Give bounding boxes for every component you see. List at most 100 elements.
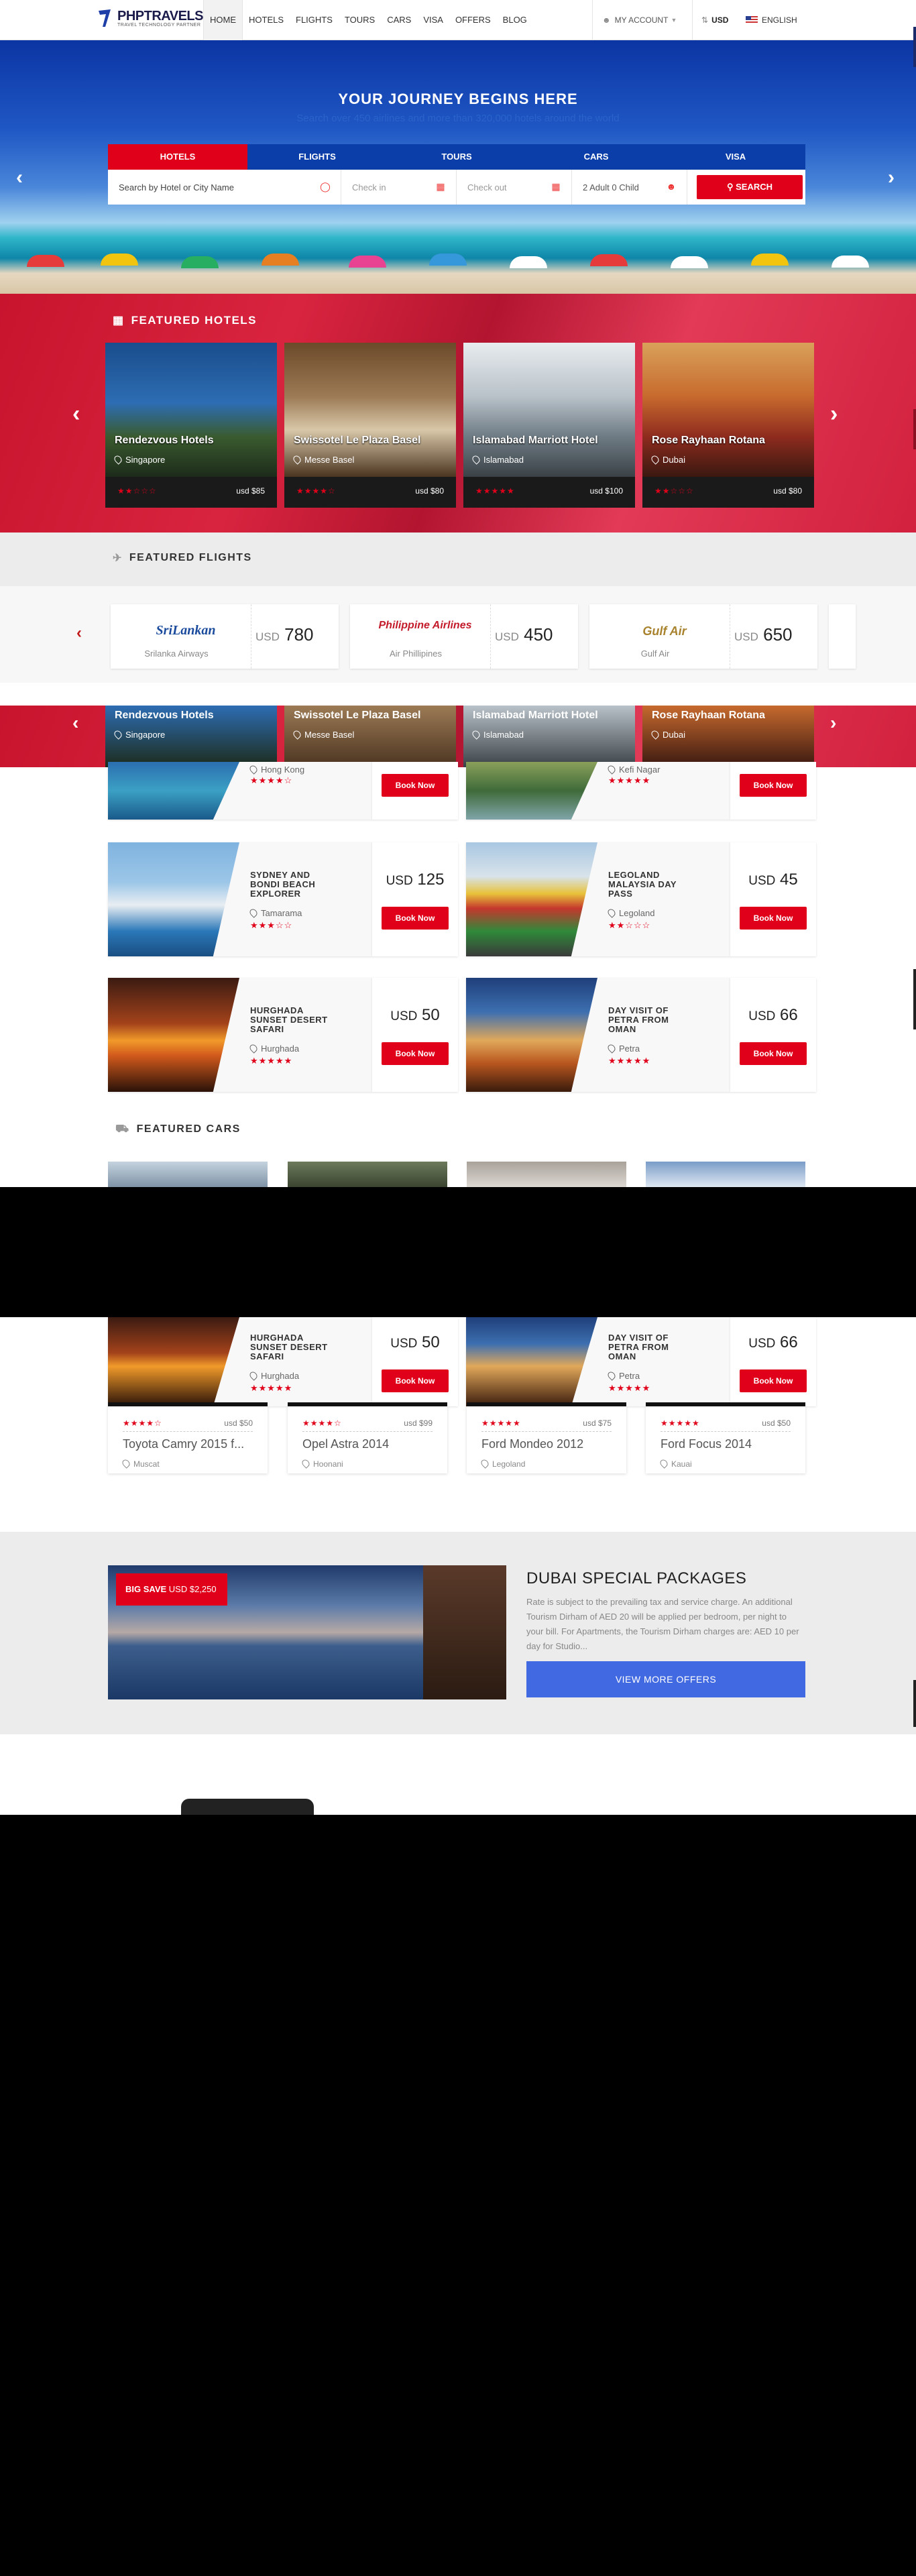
tour-price: USD 66: [748, 1006, 798, 1024]
tour-price-panel: Book Now: [372, 762, 458, 820]
hotel-card[interactable]: Rose Rayhaan Rotana Dubai ★★☆☆☆ usd $80: [642, 343, 814, 508]
location-pin-icon: [471, 454, 481, 465]
search-button[interactable]: ⚲ SEARCH: [697, 175, 803, 199]
flight-card[interactable]: Gulf Air Gulf Air USD 650: [589, 604, 817, 669]
flight-price: USD 650: [734, 624, 793, 645]
tab-visa[interactable]: VISA: [666, 144, 805, 170]
featured-hotels-heading: ▦ FEATURED HOTELS: [113, 314, 257, 327]
nav-home[interactable]: Home: [203, 0, 243, 40]
flight-card[interactable]: Philippine Airlines Air Phillipines USD …: [350, 604, 578, 669]
header-divider: [692, 0, 693, 40]
tour-location: Hurghada: [248, 1370, 299, 1381]
tour-card-overlay[interactable]: HURGHADA SUNSET DESERT SAFARI Hurghada ★…: [108, 1317, 458, 1406]
tour-price: USD 50: [390, 1333, 440, 1351]
tab-hotels[interactable]: HOTELS: [108, 144, 247, 170]
tab-tours[interactable]: TOURS: [387, 144, 526, 170]
book-now-button[interactable]: Book Now: [382, 1369, 449, 1392]
featured-cars-title: FEATURED CARS: [136, 1123, 241, 1135]
airline-name: Srilanka Airways: [144, 649, 209, 659]
tour-price: USD 125: [386, 871, 445, 889]
tour-card[interactable]: LEGOLAND MALAYSIA DAY PASS Legoland ★★☆☆…: [466, 842, 816, 956]
tour-card-overlay[interactable]: DAY VISIT OF PETRA FROM OMAN Petra ★★★★★…: [466, 1317, 816, 1406]
car-name: Ford Focus 2014: [661, 1437, 752, 1451]
tour-card[interactable]: HURGHADA SUNSET DESERT SAFARI Hurghada ★…: [108, 978, 458, 1092]
hotel-card[interactable]: Swissotel Le Plaza Basel Messe Basel ★★★…: [284, 343, 456, 508]
book-now-button[interactable]: Book Now: [740, 1369, 807, 1392]
tour-price-panel: USD 45 Book Now: [730, 842, 816, 956]
overlay-next-arrow-icon[interactable]: ›: [830, 712, 836, 734]
tour-card[interactable]: DAY VISIT OF PETRA FROM OMAN Petra ★★★★★…: [466, 978, 816, 1092]
hotels-prev-arrow-icon[interactable]: ‹: [72, 401, 80, 427]
flight-card[interactable]: SriLankan Srilanka Airways USD 780: [111, 604, 339, 669]
offer-image-cabana: [423, 1565, 506, 1699]
hotel-name: Rendezvous Hotels: [115, 435, 214, 446]
nav-visa[interactable]: Visa: [417, 0, 449, 40]
building-icon: ▦: [113, 314, 125, 327]
car-card[interactable]: ★★★★★ usd $50 Ford Focus 2014 Kauai: [646, 1406, 805, 1473]
overlay-prev-arrow-icon[interactable]: ‹: [72, 712, 78, 734]
book-now-button[interactable]: Book Now: [382, 1042, 449, 1065]
featured-flights-title: FEATURED FLIGHTS: [129, 552, 252, 563]
account-menu[interactable]: ☻ MY ACCOUNT ▼: [602, 0, 677, 40]
car-card[interactable]: ★★★★★ usd $75 Ford Mondeo 2012 Legoland: [467, 1406, 626, 1473]
car-rating: ★★★★☆: [302, 1418, 342, 1428]
tour-card-partial[interactable]: Kefi Nagar ★★★★★ Book Now: [466, 762, 816, 820]
tour-price-panel: USD 50 Book Now: [372, 1317, 458, 1406]
site-logo[interactable]: PHPTRAVELS TRAVEL TECHNOLOGY PARTNER: [96, 8, 203, 28]
nav-tours[interactable]: Tours: [339, 0, 381, 40]
nav-flights[interactable]: Flights: [290, 0, 339, 40]
hotel-search-input[interactable]: Search by Hotel or City Name ◯: [108, 170, 341, 205]
hotel-card[interactable]: Rendezvous Hotels Singapore ★★☆☆☆ usd $8…: [105, 343, 277, 508]
hotel-location: Dubai: [650, 454, 685, 465]
overlay-hotel-name: Swissotel Le Plaza Basel: [294, 710, 421, 721]
book-now-button[interactable]: Book Now: [740, 1042, 807, 1065]
tab-flights[interactable]: FLIGHTS: [247, 144, 387, 170]
hero-prev-arrow-icon[interactable]: ‹: [16, 166, 23, 189]
view-more-offers-button[interactable]: VIEW MORE OFFERS: [526, 1661, 805, 1697]
language-selector[interactable]: ENGLISH: [746, 0, 797, 40]
search-button-label: SEARCH: [736, 182, 773, 192]
book-now-button[interactable]: Book Now: [382, 774, 449, 797]
hotels-next-arrow-icon[interactable]: ›: [830, 401, 838, 427]
book-now-button[interactable]: Book Now: [740, 907, 807, 930]
chevron-down-icon: ▼: [671, 17, 677, 23]
tour-name: DAY VISIT OF PETRA FROM OMAN: [608, 1333, 669, 1361]
currency-selector[interactable]: ⇅ USD: [701, 0, 728, 40]
guests-selector[interactable]: 2 Adult 0 Child ☻: [572, 170, 687, 205]
tour-price-panel: USD 66 Book Now: [730, 1317, 816, 1406]
location-pin-icon: [113, 454, 123, 465]
car-location: Kauai: [659, 1458, 692, 1469]
tab-cars[interactable]: CARS: [526, 144, 666, 170]
overlay-hotel-name: Islamabad Marriott Hotel: [473, 710, 598, 721]
nav-blog[interactable]: Blog: [497, 0, 533, 40]
checkout-input[interactable]: Check out ▦: [457, 170, 572, 205]
book-now-button[interactable]: Book Now: [740, 774, 807, 797]
car-price: usd $50: [224, 1418, 253, 1428]
car-card[interactable]: ★★★★☆ usd $50 Toyota Camry 2015 f... Mus…: [108, 1406, 268, 1473]
scrollbar-marker: [913, 969, 916, 1029]
nav-offers[interactable]: Offers: [449, 0, 497, 40]
beach-umbrella: [671, 256, 708, 268]
flight-card-partial[interactable]: [829, 604, 856, 669]
hotel-price: usd $100: [589, 486, 623, 496]
car-image-teaser: [288, 1162, 447, 1187]
tour-price: USD 45: [748, 871, 798, 889]
search-form: Search by Hotel or City Name ◯ Check in …: [108, 170, 805, 205]
hero-title: YOUR JOURNEY BEGINS HERE: [338, 91, 578, 107]
car-card[interactable]: ★★★★☆ usd $99 Opel Astra 2014 Hoonani: [288, 1406, 447, 1473]
hotel-card[interactable]: Islamabad Marriott Hotel Islamabad ★★★★★…: [463, 343, 635, 508]
airline-logo: Gulf Air: [599, 604, 730, 669]
nav-hotels[interactable]: Hotels: [243, 0, 290, 40]
offer-image[interactable]: BIG SAVE USD $2,250: [108, 1565, 506, 1699]
scrollbar-marker: [913, 1680, 916, 1727]
flights-prev-arrow-icon[interactable]: ‹: [76, 624, 82, 642]
hero-next-arrow-icon[interactable]: ›: [888, 166, 895, 189]
checkin-input[interactable]: Check in ▦: [341, 170, 457, 205]
book-now-button[interactable]: Book Now: [382, 907, 449, 930]
tour-card[interactable]: SYDNEY AND BONDI BEACH EXPLORER Tamarama…: [108, 842, 458, 956]
car-image-teaser: [467, 1162, 626, 1187]
beach-umbrella: [349, 256, 386, 268]
nav-cars[interactable]: Cars: [381, 0, 417, 40]
tour-card-partial[interactable]: Hong Kong ★★★★☆ Book Now: [108, 762, 458, 820]
beach-umbrella: [429, 254, 467, 266]
